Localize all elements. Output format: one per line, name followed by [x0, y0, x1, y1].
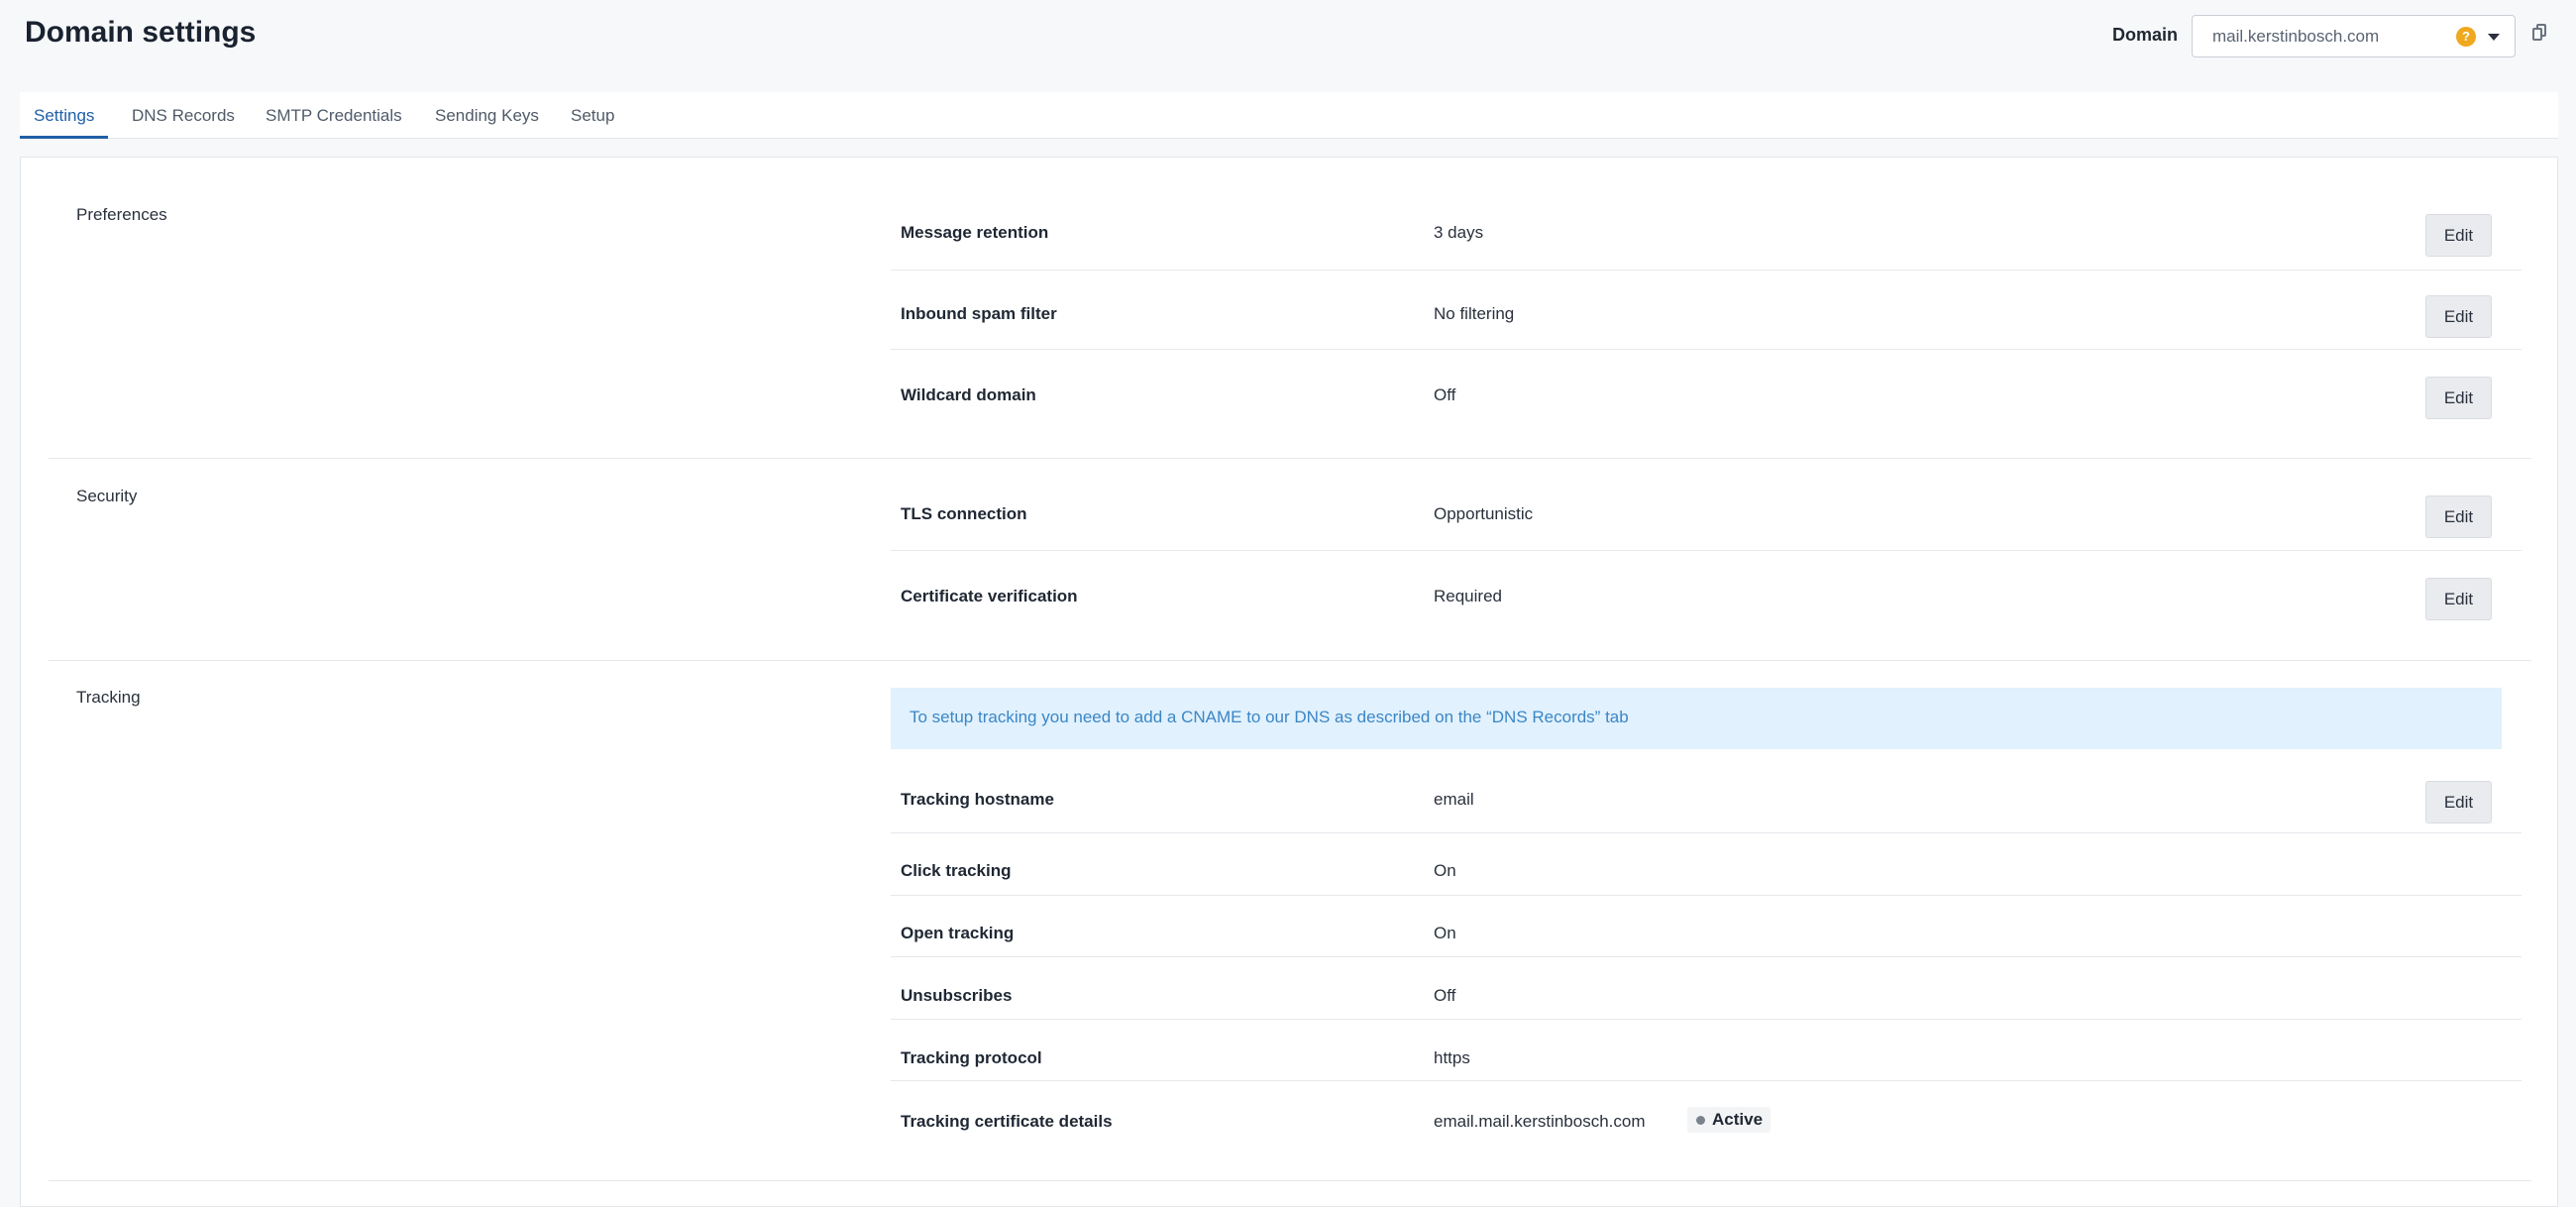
- copy-icon[interactable]: [2532, 24, 2546, 42]
- status-dot-icon: [1696, 1116, 1705, 1125]
- tab-dns-records[interactable]: DNS Records: [118, 92, 249, 139]
- row-label-open-tracking: Open tracking: [901, 924, 1015, 942]
- section-divider: [49, 1180, 2531, 1181]
- row-value-click-tracking: On: [1434, 861, 1456, 880]
- edit-inbound-spam-filter-button[interactable]: Edit: [2425, 295, 2492, 338]
- page-title: Domain settings: [25, 16, 257, 49]
- status-badge: Active: [1687, 1107, 1771, 1133]
- tab-setup[interactable]: Setup: [557, 92, 628, 139]
- tab-sending-keys[interactable]: Sending Keys: [421, 92, 553, 139]
- row-divider: [891, 1019, 2522, 1020]
- row-value-tracking-certificate-details: email.mail.kerstinbosch.com: [1434, 1112, 1646, 1131]
- row-label-tracking-protocol: Tracking protocol: [901, 1048, 1042, 1067]
- row-value-certificate-verification: Required: [1434, 587, 1502, 605]
- tab-settings[interactable]: Settings: [20, 92, 109, 139]
- warning-icon: ?: [2456, 27, 2476, 47]
- edit-wildcard-domain-button[interactable]: Edit: [2425, 377, 2492, 419]
- section-title-tracking: Tracking: [76, 688, 141, 707]
- domain-label: Domain: [2112, 25, 2179, 45]
- row-label-tracking-hostname: Tracking hostname: [901, 790, 1054, 809]
- edit-tls-connection-button[interactable]: Edit: [2425, 495, 2492, 538]
- row-label-tracking-certificate-details: Tracking certificate details: [901, 1112, 1113, 1131]
- row-label-tls-connection: TLS connection: [901, 504, 1027, 523]
- status-badge-label: Active: [1712, 1110, 1764, 1129]
- section-title-security: Security: [76, 487, 138, 505]
- row-value-tls-connection: Opportunistic: [1434, 504, 1534, 523]
- row-divider: [891, 349, 2522, 350]
- row-label-message-retention: Message retention: [901, 223, 1049, 242]
- domain-select-value: mail.kerstinbosch.com: [2212, 27, 2380, 46]
- tab-bar: Settings DNS Records SMTP Credentials Se…: [20, 92, 2558, 139]
- row-divider: [891, 895, 2522, 896]
- row-divider: [891, 1080, 2522, 1081]
- domain-select[interactable]: mail.kerstinbosch.com ?: [2192, 15, 2516, 57]
- row-value-open-tracking: On: [1434, 924, 1456, 942]
- row-label-certificate-verification: Certificate verification: [901, 587, 1078, 605]
- row-divider: [891, 956, 2522, 957]
- row-value-message-retention: 3 days: [1434, 223, 1484, 242]
- chevron-down-icon: [2488, 34, 2500, 41]
- row-label-unsubscribes: Unsubscribes: [901, 986, 1013, 1005]
- edit-message-retention-button[interactable]: Edit: [2425, 214, 2492, 257]
- row-value-unsubscribes: Off: [1434, 986, 1456, 1005]
- edit-certificate-verification-button[interactable]: Edit: [2425, 578, 2492, 620]
- page-header: Domain settings Domain mail.kerstinbosch…: [0, 0, 2576, 91]
- row-divider: [891, 832, 2522, 833]
- tab-smtp-credentials[interactable]: SMTP Credentials: [252, 92, 416, 139]
- tracking-info-text: To setup tracking you need to add a CNAM…: [910, 708, 1629, 726]
- row-label-wildcard-domain: Wildcard domain: [901, 385, 1036, 404]
- row-label-click-tracking: Click tracking: [901, 861, 1012, 880]
- edit-tracking-hostname-button[interactable]: Edit: [2425, 781, 2492, 823]
- row-label-inbound-spam-filter: Inbound spam filter: [901, 304, 1057, 323]
- section-divider: [49, 660, 2531, 661]
- row-value-wildcard-domain: Off: [1434, 385, 1456, 404]
- settings-panel: Preferences Message retention 3 days Edi…: [20, 157, 2558, 1207]
- row-divider: [891, 270, 2522, 271]
- row-divider: [891, 550, 2522, 551]
- tracking-info-banner: To setup tracking you need to add a CNAM…: [891, 688, 2502, 749]
- row-value-tracking-protocol: https: [1434, 1048, 1470, 1067]
- row-value-inbound-spam-filter: No filtering: [1434, 304, 1515, 323]
- section-title-preferences: Preferences: [76, 205, 167, 224]
- row-value-tracking-hostname: email: [1434, 790, 1474, 809]
- section-divider: [49, 458, 2531, 459]
